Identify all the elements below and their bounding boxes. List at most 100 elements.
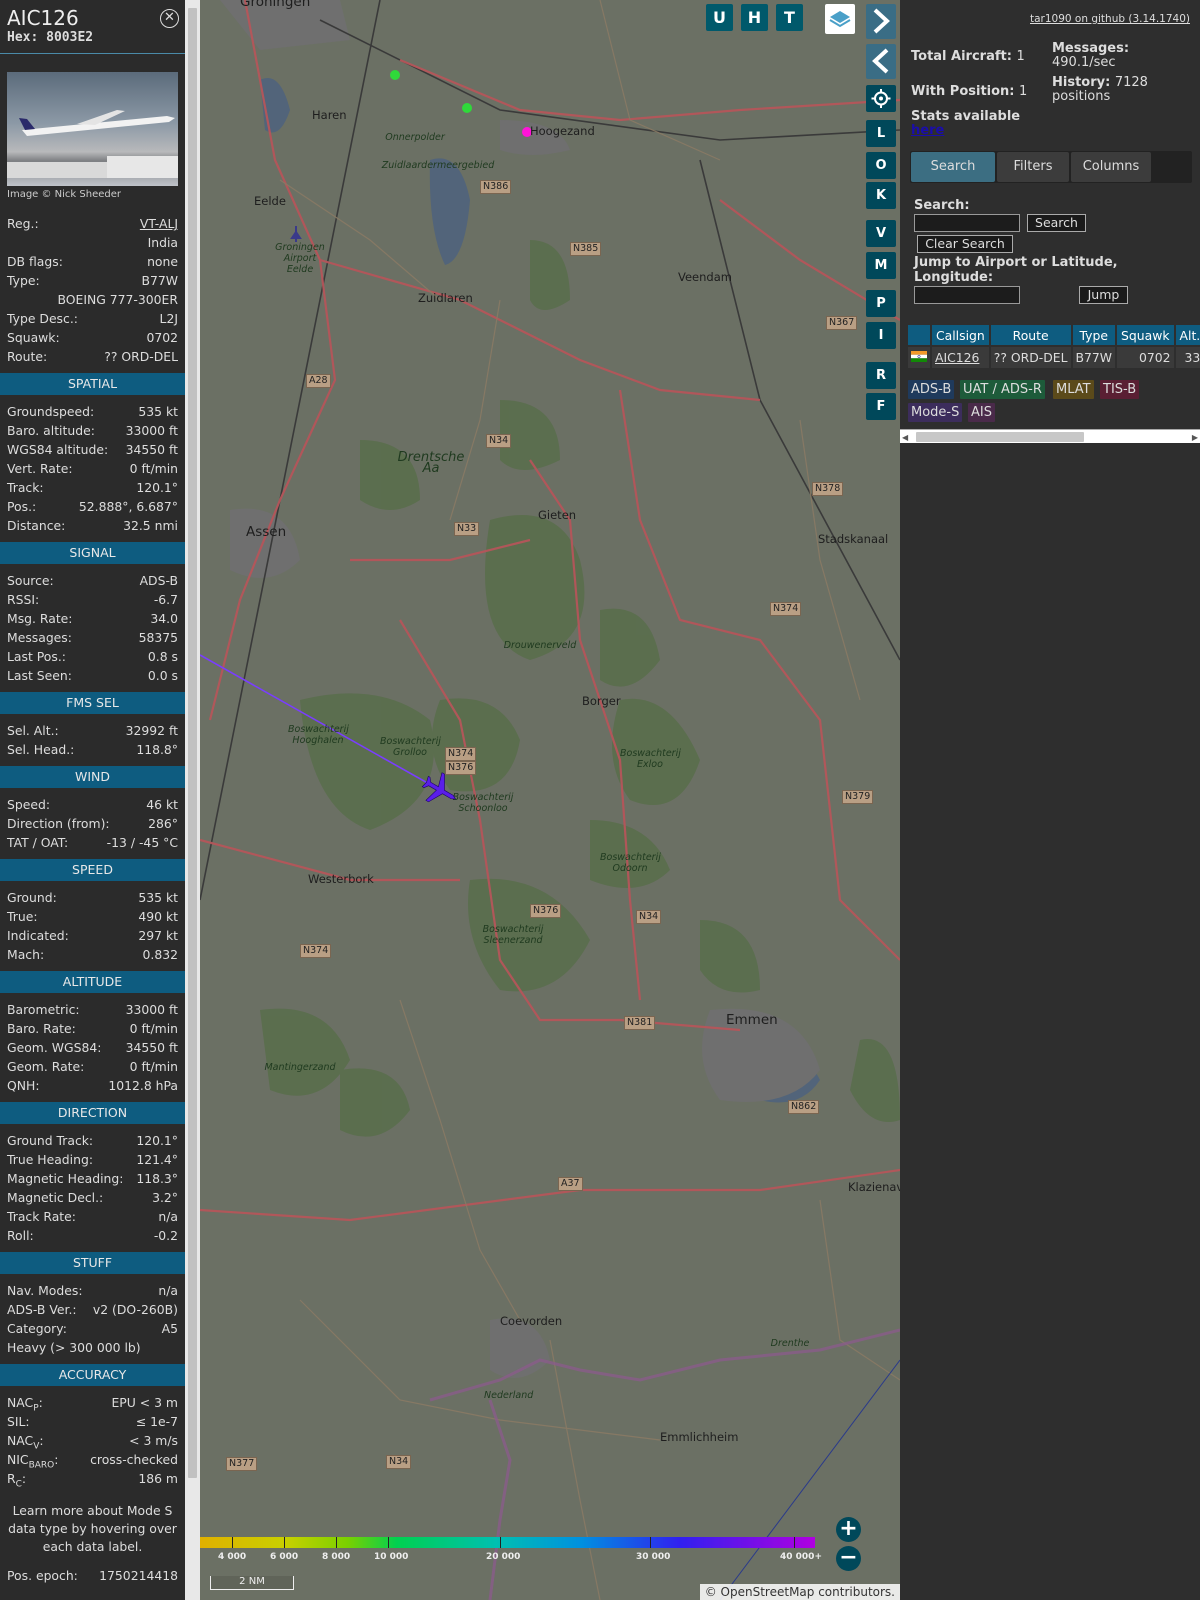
town-label: Westerbork	[308, 872, 374, 886]
search-input[interactable]	[914, 214, 1020, 232]
detail-label[interactable]: Last Pos.:	[7, 647, 66, 666]
detail-label[interactable]: Track:	[7, 478, 44, 497]
track-point-1[interactable]	[390, 70, 400, 80]
nav-button-m[interactable]: M	[866, 252, 896, 279]
col-altitude[interactable]: Alt. (ft)	[1173, 325, 1200, 346]
detail-label[interactable]: Nav. Modes:	[7, 1281, 83, 1300]
aircraft-photo[interactable]	[7, 72, 178, 186]
toggle-u-button[interactable]: U	[706, 4, 733, 31]
sidebar-scrollbar[interactable]	[185, 0, 200, 1600]
detail-label[interactable]: WGS84 altitude:	[7, 440, 108, 459]
detail-value: 120.1°	[136, 1133, 178, 1148]
detail-label[interactable]: Baro. Rate:	[7, 1019, 76, 1038]
road-shield: N377	[226, 1457, 258, 1471]
toggle-t-button[interactable]: T	[776, 4, 803, 31]
detail-label[interactable]: Sel. Head.:	[7, 740, 74, 759]
detail-label[interactable]: NACP:	[7, 1393, 43, 1413]
detail-label[interactable]: Pos.:	[7, 497, 36, 516]
col-type[interactable]: Type	[1070, 325, 1117, 346]
detail-label[interactable]: Roll:	[7, 1226, 34, 1245]
detail-label[interactable]: NICBARO:	[7, 1450, 58, 1470]
info-value: BOEING 777-300ER	[57, 292, 178, 307]
nav-button-v[interactable]: V	[866, 220, 896, 247]
detail-label[interactable]: Baro. altitude:	[7, 421, 95, 440]
detail-label[interactable]: ADS-B Ver.:	[7, 1300, 77, 1319]
map-attribution[interactable]: © OpenStreetMap contributors.	[699, 1584, 900, 1600]
nav-button-r[interactable]: R	[866, 362, 896, 389]
scroll-left-arrow-icon[interactable]: ◀	[902, 433, 908, 442]
nav-button-p[interactable]: P	[866, 290, 896, 317]
table-row[interactable]: AIC126 ?? ORD-DEL B77W 0702 33000	[906, 345, 1200, 368]
search-button[interactable]: Search	[1027, 214, 1086, 232]
table-scroll-thumb[interactable]	[916, 432, 1084, 442]
detail-label[interactable]: Indicated:	[7, 926, 69, 945]
registration-link[interactable]: VT-ALJ	[140, 214, 178, 233]
detail-label[interactable]: Msg. Rate:	[7, 609, 72, 628]
scroll-right-arrow-icon[interactable]: ▶	[1192, 433, 1198, 442]
zoom-out-icon[interactable]: −	[836, 1546, 861, 1571]
detail-value: 0 ft/min	[129, 1021, 178, 1036]
detail-label[interactable]: NACV:	[7, 1431, 44, 1451]
col-squawk[interactable]: Squawk	[1115, 325, 1175, 346]
nav-button-k[interactable]: K	[866, 182, 896, 209]
nav-button-i[interactable]: I	[866, 322, 896, 349]
detail-label[interactable]: RSSI:	[7, 590, 39, 609]
detail-label[interactable]: Ground Track:	[7, 1131, 93, 1150]
detail-label[interactable]: QNH:	[7, 1076, 40, 1095]
detail-label[interactable]: True:	[7, 907, 38, 926]
detail-label[interactable]: Geom. Rate:	[7, 1057, 84, 1076]
nav-button-o[interactable]: O	[866, 152, 896, 179]
detail-label[interactable]: TAT / OAT:	[7, 833, 68, 852]
expand-panel-icon[interactable]	[866, 4, 896, 39]
detail-label[interactable]: Sel. Alt.:	[7, 721, 59, 740]
aircraft-table: Callsign Route Type Squawk Alt. (ft) AIC…	[906, 325, 1200, 368]
aircraft-marker-icon[interactable]	[420, 770, 460, 810]
nav-button-l[interactable]: L	[866, 120, 896, 147]
tab-columns[interactable]: Columns	[1071, 152, 1151, 182]
detail-label[interactable]: Heavy (> 300 000 lb)	[7, 1338, 141, 1357]
stats-here-link[interactable]: here	[911, 124, 1020, 138]
nav-button-f[interactable]: F	[866, 393, 896, 420]
table-horizontal-scrollbar[interactable]: ◀ ▶	[900, 429, 1200, 443]
clear-search-button[interactable]: Clear Search	[917, 235, 1013, 253]
detail-value: EPU < 3 m	[111, 1395, 178, 1410]
detail-label[interactable]: Direction (from):	[7, 814, 110, 833]
detail-label[interactable]: Magnetic Heading:	[7, 1169, 123, 1188]
layers-icon[interactable]	[825, 4, 855, 34]
settings-gear-icon[interactable]	[866, 85, 896, 112]
collapse-panel-icon[interactable]	[866, 44, 896, 79]
detail-label[interactable]: Distance:	[7, 516, 65, 535]
close-icon[interactable]: ✕	[160, 9, 179, 28]
road-shield: N374	[770, 602, 802, 616]
col-callsign[interactable]: Callsign	[930, 325, 990, 346]
detail-label[interactable]: Vert. Rate:	[7, 459, 73, 478]
detail-label[interactable]: Last Seen:	[7, 666, 72, 685]
map-view[interactable]: Groningen Haren Hoogezand Eelde Zuidlaren Vee…	[200, 0, 900, 1600]
detail-label[interactable]: Source:	[7, 571, 54, 590]
detail-label[interactable]: RC:	[7, 1469, 26, 1489]
github-link[interactable]: tar1090 on github (3.14.1740)	[1030, 13, 1190, 25]
detail-label[interactable]: Barometric:	[7, 1000, 80, 1019]
detail-label[interactable]: Magnetic Decl.:	[7, 1188, 103, 1207]
detail-label[interactable]: SIL:	[7, 1412, 30, 1431]
tab-filters[interactable]: Filters	[997, 152, 1069, 182]
toggle-h-button[interactable]: H	[741, 4, 768, 31]
detail-label[interactable]: Mach:	[7, 945, 44, 964]
col-route[interactable]: Route	[988, 325, 1072, 346]
cell-callsign[interactable]: AIC126	[930, 345, 990, 368]
track-point-2[interactable]	[462, 103, 472, 113]
detail-label[interactable]: Geom. WGS84:	[7, 1038, 101, 1057]
zoom-in-icon[interactable]: +	[836, 1517, 861, 1542]
detail-row: Vert. Rate: 0 ft/min	[0, 459, 185, 478]
detail-label[interactable]: Ground:	[7, 888, 57, 907]
tab-search[interactable]: Search	[911, 152, 995, 182]
detail-label[interactable]: Groundspeed:	[7, 402, 94, 421]
detail-label[interactable]: Speed:	[7, 795, 50, 814]
sidebar-scroll-thumb[interactable]	[188, 8, 197, 1478]
detail-label[interactable]: Messages:	[7, 628, 72, 647]
detail-label[interactable]: True Heading:	[7, 1150, 93, 1169]
jump-input[interactable]	[914, 286, 1020, 304]
col-flag[interactable]	[906, 325, 931, 346]
detail-label[interactable]: Track Rate:	[7, 1207, 76, 1226]
detail-label[interactable]: Category:	[7, 1319, 67, 1338]
